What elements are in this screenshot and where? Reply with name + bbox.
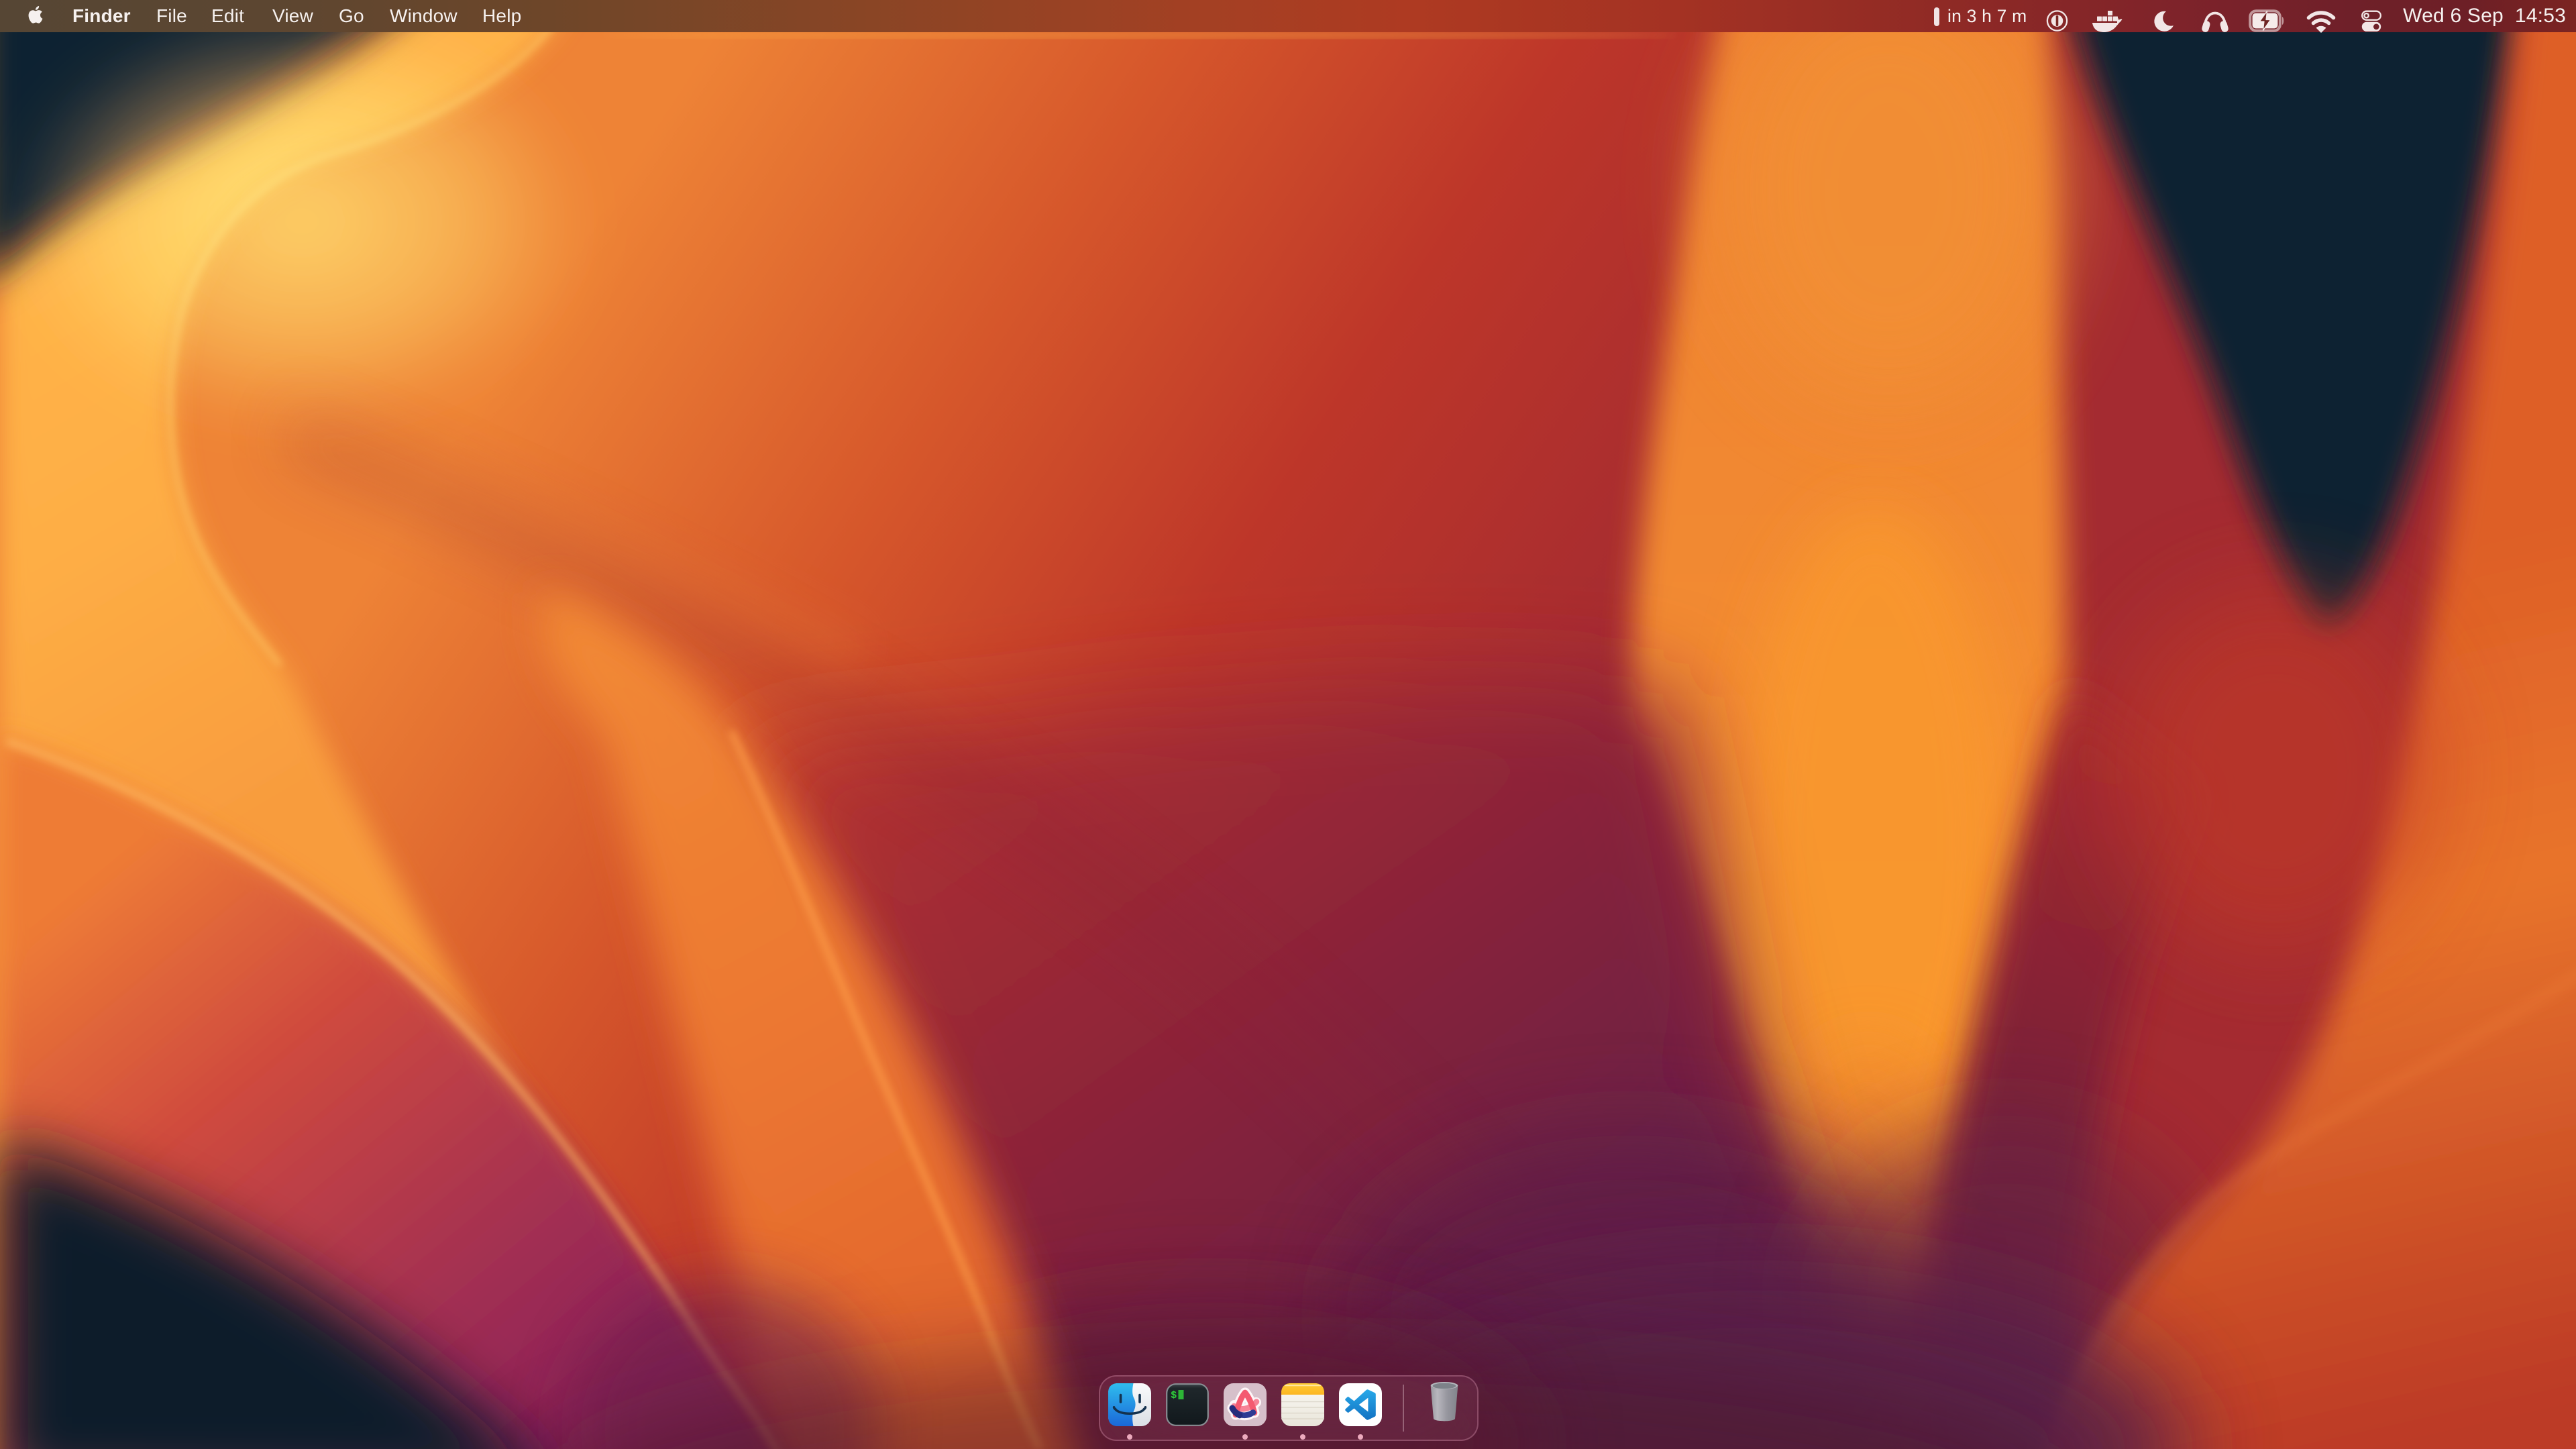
svg-text:$: $ bbox=[1171, 1389, 1177, 1401]
